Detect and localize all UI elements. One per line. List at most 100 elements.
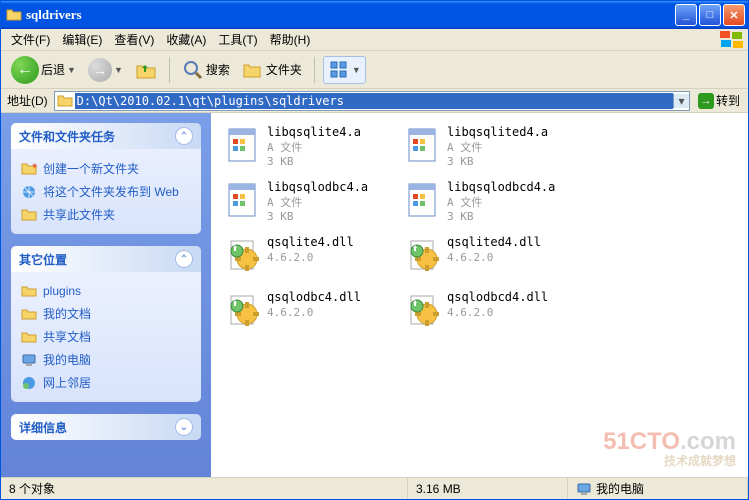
file-name: libqsqlodbc4.a — [267, 180, 399, 196]
task-new-folder[interactable]: ✴ 创建一个新文件夹 — [21, 157, 191, 180]
task-publish-web[interactable]: 将这个文件夹发布到 Web — [21, 180, 191, 203]
menu-tools[interactable]: 工具(T) — [212, 29, 263, 50]
address-field-wrap[interactable]: ▾ — [54, 91, 690, 111]
menubar: 文件(F) 编辑(E) 查看(V) 收藏(A) 工具(T) 帮助(H) — [1, 29, 748, 51]
search-button[interactable]: 搜索 — [178, 57, 234, 83]
dll-icon — [403, 235, 443, 275]
folder-icon — [21, 283, 37, 299]
file-type: A 文件 — [447, 141, 579, 155]
file-list-area[interactable]: libqsqlite4.aA 文件3 KBlibqsqlited4.aA 文件3… — [211, 113, 748, 477]
file-name: qsqlite4.dll — [267, 235, 399, 251]
toolbar: ← 后退 ▼ → ▼ 搜索 文件夹 ▼ — [1, 51, 748, 89]
other-places-header[interactable]: 其它位置 ⌃ — [11, 246, 201, 272]
back-label: 后退 — [41, 61, 65, 78]
file-name: libqsqlodbcd4.a — [447, 180, 579, 196]
status-size: 3.16 MB — [408, 478, 568, 499]
file-name: qsqlodbc4.dll — [267, 290, 399, 306]
titlebar[interactable]: sqldrivers _ □ ✕ — [1, 1, 748, 29]
menu-file[interactable]: 文件(F) — [5, 29, 56, 50]
file-size: 3 KB — [447, 155, 579, 169]
archive-file-icon — [223, 125, 263, 165]
folders-icon — [242, 59, 264, 81]
file-item[interactable]: libqsqlodbc4.aA 文件3 KB — [221, 178, 401, 233]
place-mycomputer[interactable]: 我的电脑 — [21, 348, 191, 371]
separator — [314, 57, 315, 83]
views-icon — [328, 59, 350, 81]
archive-file-icon — [403, 125, 443, 165]
globe-icon — [21, 184, 37, 200]
tasks-sidebar: 文件和文件夹任务 ⌃ ✴ 创建一个新文件夹 将这个文件夹发布到 Web 共享此文… — [1, 113, 211, 477]
file-item[interactable]: qsqlite4.dll4.6.2.0 — [221, 233, 401, 288]
file-size: 3 KB — [267, 155, 399, 169]
chevron-down-icon: ▼ — [67, 65, 76, 75]
file-tasks-panel: 文件和文件夹任务 ⌃ ✴ 创建一个新文件夹 将这个文件夹发布到 Web 共享此文… — [11, 123, 201, 234]
file-item[interactable]: libqsqlited4.aA 文件3 KB — [401, 123, 581, 178]
folder-icon — [57, 93, 73, 109]
file-item[interactable]: qsqlodbcd4.dll4.6.2.0 — [401, 288, 581, 343]
folder-icon — [21, 329, 37, 345]
file-type: 4.6.2.0 — [267, 251, 399, 265]
task-share-folder[interactable]: 共享此文件夹 — [21, 203, 191, 226]
file-size: 3 KB — [267, 210, 399, 224]
menu-favorites[interactable]: 收藏(A) — [160, 29, 212, 50]
details-title: 详细信息 — [19, 419, 67, 436]
search-label: 搜索 — [206, 61, 230, 78]
archive-file-icon — [223, 180, 263, 220]
collapse-icon: ⌃ — [175, 250, 193, 268]
maximize-button[interactable]: □ — [699, 4, 721, 26]
collapse-icon: ⌃ — [175, 127, 193, 145]
place-plugins[interactable]: plugins — [21, 280, 191, 302]
file-name: libqsqlite4.a — [267, 125, 399, 141]
dll-icon — [223, 235, 263, 275]
menu-edit[interactable]: 编辑(E) — [56, 29, 108, 50]
address-input[interactable] — [75, 93, 673, 109]
file-item[interactable]: qsqlited4.dll4.6.2.0 — [401, 233, 581, 288]
chevron-down-icon: ▼ — [114, 65, 123, 75]
file-tasks-header[interactable]: 文件和文件夹任务 ⌃ — [11, 123, 201, 149]
place-shareddocs[interactable]: 共享文档 — [21, 325, 191, 348]
network-icon — [21, 375, 37, 391]
details-header[interactable]: 详细信息 ⌄ — [11, 414, 201, 440]
dll-icon — [403, 290, 443, 330]
go-arrow-icon: → — [698, 93, 714, 109]
file-type: 4.6.2.0 — [267, 306, 399, 320]
forward-button[interactable]: → ▼ — [84, 56, 127, 84]
file-name: qsqlodbcd4.dll — [447, 290, 579, 306]
file-type: 4.6.2.0 — [447, 306, 579, 320]
dll-icon — [223, 290, 263, 330]
folder-icon — [21, 306, 37, 322]
minimize-button[interactable]: _ — [675, 4, 697, 26]
go-button[interactable]: → 转到 — [694, 92, 744, 109]
up-button[interactable] — [131, 57, 161, 83]
file-name: qsqlited4.dll — [447, 235, 579, 251]
views-button[interactable]: ▼ — [323, 56, 366, 84]
expand-icon: ⌄ — [175, 418, 193, 436]
menu-help[interactable]: 帮助(H) — [264, 29, 317, 50]
file-item[interactable]: qsqlodbc4.dll4.6.2.0 — [221, 288, 401, 343]
place-network[interactable]: 网上邻居 — [21, 371, 191, 394]
file-type: A 文件 — [267, 141, 399, 155]
forward-arrow-icon: → — [88, 58, 112, 82]
new-folder-icon: ✴ — [21, 161, 37, 177]
folders-button[interactable]: 文件夹 — [238, 57, 306, 83]
file-item[interactable]: libqsqlite4.aA 文件3 KB — [221, 123, 401, 178]
address-dropdown-button[interactable]: ▾ — [673, 94, 689, 108]
close-button[interactable]: ✕ — [723, 4, 745, 26]
file-item[interactable]: libqsqlodbcd4.aA 文件3 KB — [401, 178, 581, 233]
windows-flag-icon — [720, 31, 744, 49]
place-mydocs[interactable]: 我的文档 — [21, 302, 191, 325]
status-objects: 8 个对象 — [1, 478, 408, 499]
file-size: 3 KB — [447, 210, 579, 224]
status-location: 我的电脑 — [568, 478, 748, 499]
search-icon — [182, 59, 204, 81]
share-folder-icon — [21, 207, 37, 223]
folders-label: 文件夹 — [266, 61, 302, 78]
file-name: libqsqlited4.a — [447, 125, 579, 141]
file-type: A 文件 — [447, 196, 579, 210]
back-button[interactable]: ← 后退 ▼ — [7, 54, 80, 86]
file-type: 4.6.2.0 — [447, 251, 579, 265]
other-places-panel: 其它位置 ⌃ plugins 我的文档 共享文档 我的电脑 网上邻居 — [11, 246, 201, 402]
content-area: 文件和文件夹任务 ⌃ ✴ 创建一个新文件夹 将这个文件夹发布到 Web 共享此文… — [1, 113, 748, 477]
menu-view[interactable]: 查看(V) — [108, 29, 160, 50]
separator — [169, 57, 170, 83]
